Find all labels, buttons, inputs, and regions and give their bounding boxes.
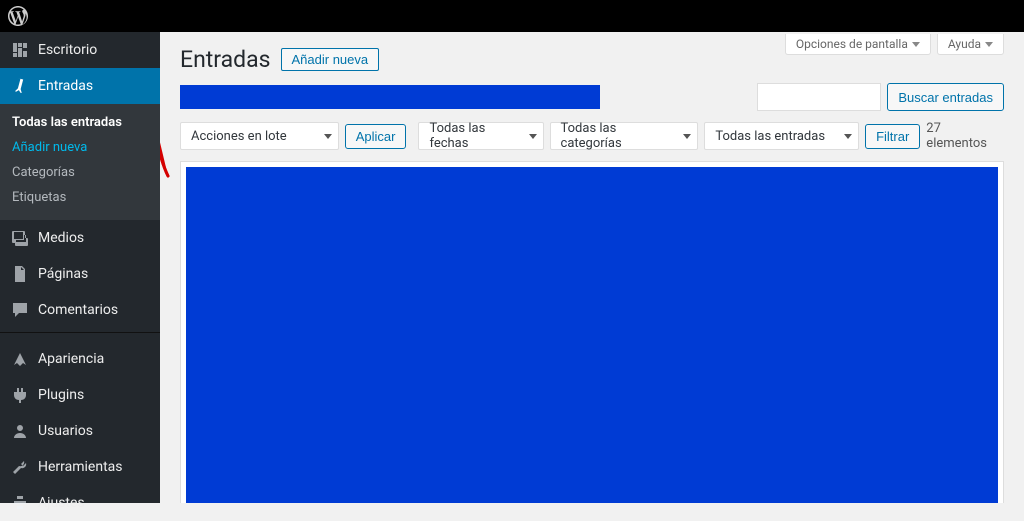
add-new-button[interactable]: Añadir nueva bbox=[281, 48, 380, 71]
screen-options-button[interactable]: Opciones de pantalla bbox=[785, 34, 931, 55]
sidebar-item-label: Usuarios bbox=[38, 423, 93, 439]
media-icon bbox=[10, 228, 30, 248]
redacted-table-content bbox=[186, 167, 998, 503]
submenu-item-all-posts[interactable]: Todas las entradas bbox=[0, 110, 160, 135]
help-button[interactable]: Ayuda bbox=[937, 34, 1004, 55]
chevron-down-icon bbox=[529, 134, 537, 139]
sidebar-submenu-posts: Todas las entradas Añadir nueva Categorí… bbox=[0, 104, 160, 220]
all-entries-select[interactable]: Todas las entradas bbox=[704, 122, 859, 150]
submenu-item-add-new[interactable]: Añadir nueva bbox=[0, 135, 160, 160]
submenu-item-tags[interactable]: Etiquetas bbox=[0, 185, 160, 210]
posts-table bbox=[180, 161, 1004, 503]
filter-button[interactable]: Filtrar bbox=[865, 124, 920, 149]
screen-meta-links: Opciones de pantalla Ayuda bbox=[785, 34, 1004, 55]
sidebar-item-pages[interactable]: Páginas bbox=[0, 256, 160, 292]
chevron-down-icon bbox=[912, 42, 920, 47]
sidebar-separator bbox=[0, 332, 160, 337]
chevron-down-icon bbox=[985, 42, 993, 47]
appearance-icon bbox=[10, 349, 30, 369]
sidebar-item-plugins[interactable]: Plugins bbox=[0, 377, 160, 413]
sidebar-item-appearance[interactable]: Apariencia bbox=[0, 341, 160, 377]
main-content: Opciones de pantalla Ayuda Entradas Añad… bbox=[160, 32, 1024, 503]
sidebar-item-posts[interactable]: Entradas bbox=[0, 68, 160, 104]
items-count: 27 elementos bbox=[926, 121, 1004, 151]
sidebar-item-label: Ajustes bbox=[38, 495, 85, 511]
search-box: Buscar entradas bbox=[757, 83, 1004, 111]
page-title: Entradas bbox=[180, 46, 271, 73]
dates-select[interactable]: Todas las fechas bbox=[418, 122, 543, 150]
sidebar-item-label: Escritorio bbox=[38, 42, 97, 58]
sidebar-item-label: Apariencia bbox=[38, 351, 104, 367]
settings-icon bbox=[10, 493, 30, 513]
bulk-actions-select[interactable]: Acciones en lote bbox=[180, 122, 339, 150]
filter-bar: Acciones en lote Aplicar Todas las fecha… bbox=[180, 121, 1004, 151]
sidebar-item-dashboard[interactable]: Escritorio bbox=[0, 32, 160, 68]
tools-icon bbox=[10, 457, 30, 477]
dashboard-icon bbox=[10, 40, 30, 60]
page-icon bbox=[10, 264, 30, 284]
bulk-actions-value: Acciones en lote bbox=[191, 129, 287, 144]
categories-value: Todas las categorías bbox=[561, 121, 674, 151]
pin-icon bbox=[10, 76, 30, 96]
sidebar-item-users[interactable]: Usuarios bbox=[0, 413, 160, 449]
users-icon bbox=[10, 421, 30, 441]
admin-toolbar bbox=[0, 0, 1024, 32]
screen-options-label: Opciones de pantalla bbox=[796, 37, 908, 51]
comment-icon bbox=[10, 300, 30, 320]
all-entries-value: Todas las entradas bbox=[715, 129, 825, 144]
chevron-down-icon bbox=[844, 134, 852, 139]
sidebar-item-label: Medios bbox=[38, 230, 84, 246]
sidebar-item-comments[interactable]: Comentarios bbox=[0, 292, 160, 328]
plugin-icon bbox=[10, 385, 30, 405]
dates-value: Todas las fechas bbox=[429, 121, 518, 151]
notice-row: Buscar entradas bbox=[180, 83, 1004, 111]
categories-select[interactable]: Todas las categorías bbox=[550, 122, 699, 150]
sidebar-item-label: Páginas bbox=[38, 266, 88, 282]
annotation-arrow bbox=[160, 70, 176, 184]
chevron-down-icon bbox=[683, 134, 691, 139]
chevron-down-icon bbox=[324, 134, 332, 139]
admin-sidebar: Escritorio Entradas Todas las entradas A… bbox=[0, 32, 160, 503]
sidebar-item-settings[interactable]: Ajustes bbox=[0, 485, 160, 521]
submenu-item-categories[interactable]: Categorías bbox=[0, 160, 160, 185]
help-label: Ayuda bbox=[948, 37, 981, 51]
redacted-notice bbox=[180, 85, 600, 109]
apply-button[interactable]: Aplicar bbox=[345, 124, 407, 149]
sidebar-item-label: Comentarios bbox=[38, 302, 118, 318]
wordpress-logo-icon[interactable] bbox=[8, 6, 28, 26]
sidebar-item-label: Herramientas bbox=[38, 459, 123, 475]
search-input[interactable] bbox=[757, 83, 881, 111]
sidebar-item-tools[interactable]: Herramientas bbox=[0, 449, 160, 485]
sidebar-item-label: Entradas bbox=[38, 78, 93, 94]
search-button[interactable]: Buscar entradas bbox=[887, 83, 1004, 111]
sidebar-item-label: Plugins bbox=[38, 387, 84, 403]
sidebar-item-media[interactable]: Medios bbox=[0, 220, 160, 256]
